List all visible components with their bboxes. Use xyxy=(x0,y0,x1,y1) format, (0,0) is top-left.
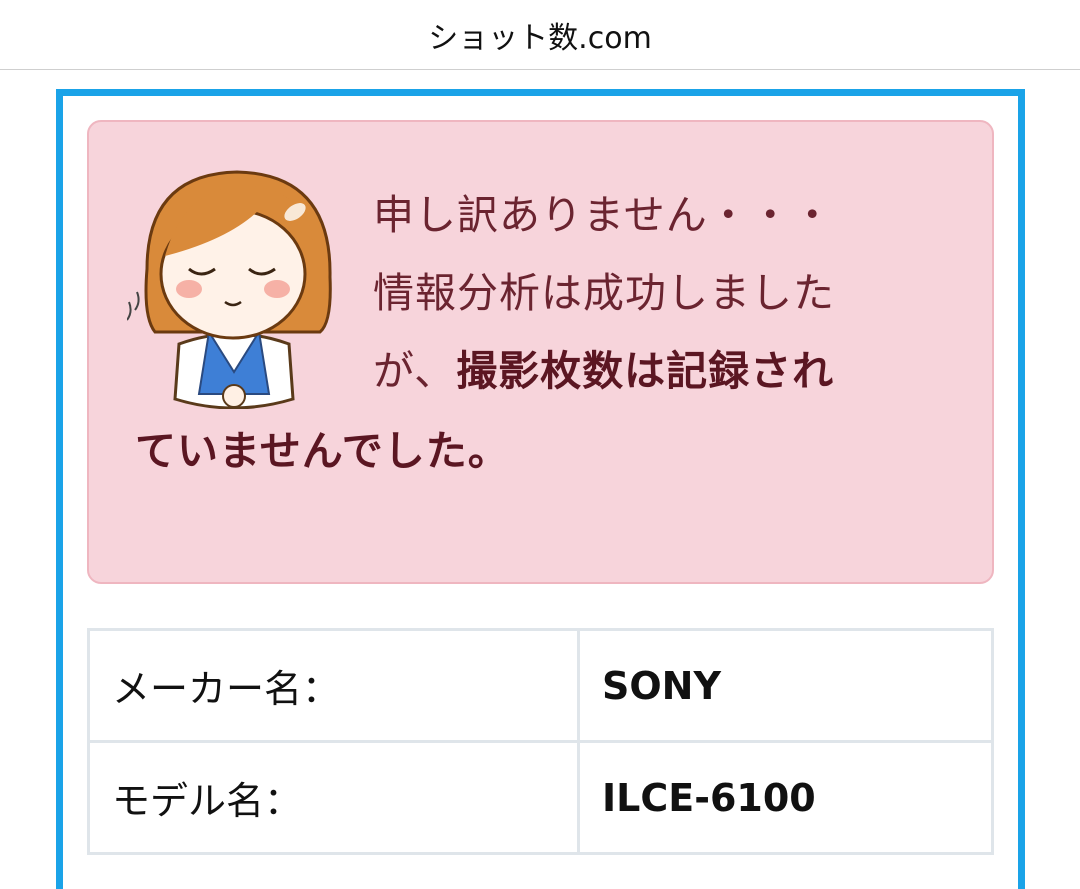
error-alert: 申し訳ありません・・・ 情報分析は成功しました が、撮影枚数は記録され ていませ… xyxy=(87,120,994,584)
bowing-woman-icon xyxy=(127,170,332,409)
alert-message: 申し訳ありません・・・ 情報分析は成功しました が、撮影枚数は記録され xyxy=(373,176,933,410)
model-label: モデル名： xyxy=(87,740,580,855)
alert-line-4: ていませんでした。 xyxy=(135,427,510,475)
alert-line-3-prefix: が、 xyxy=(373,347,457,395)
site-title[interactable]: ショット数.com xyxy=(428,13,652,57)
alert-line-2: 情報分析は成功しました xyxy=(373,269,835,317)
site-header: ショット数.com xyxy=(0,0,1080,70)
maker-label: メーカー名： xyxy=(87,628,580,743)
table-row: メーカー名： SONY xyxy=(87,628,994,743)
alert-line-1: 申し訳ありません・・・ xyxy=(373,191,834,239)
maker-value: SONY xyxy=(577,628,994,743)
camera-info-table: メーカー名： SONY モデル名： ILCE-6100 xyxy=(87,628,994,855)
model-value: ILCE-6100 xyxy=(577,740,994,855)
alert-line-3-bold: 撮影枚数は記録され xyxy=(456,347,835,395)
table-row: モデル名： ILCE-6100 xyxy=(87,740,994,855)
result-card: 申し訳ありません・・・ 情報分析は成功しました が、撮影枚数は記録され ていませ… xyxy=(56,89,1025,889)
alert-line-3: が、撮影枚数は記録され xyxy=(373,332,933,410)
